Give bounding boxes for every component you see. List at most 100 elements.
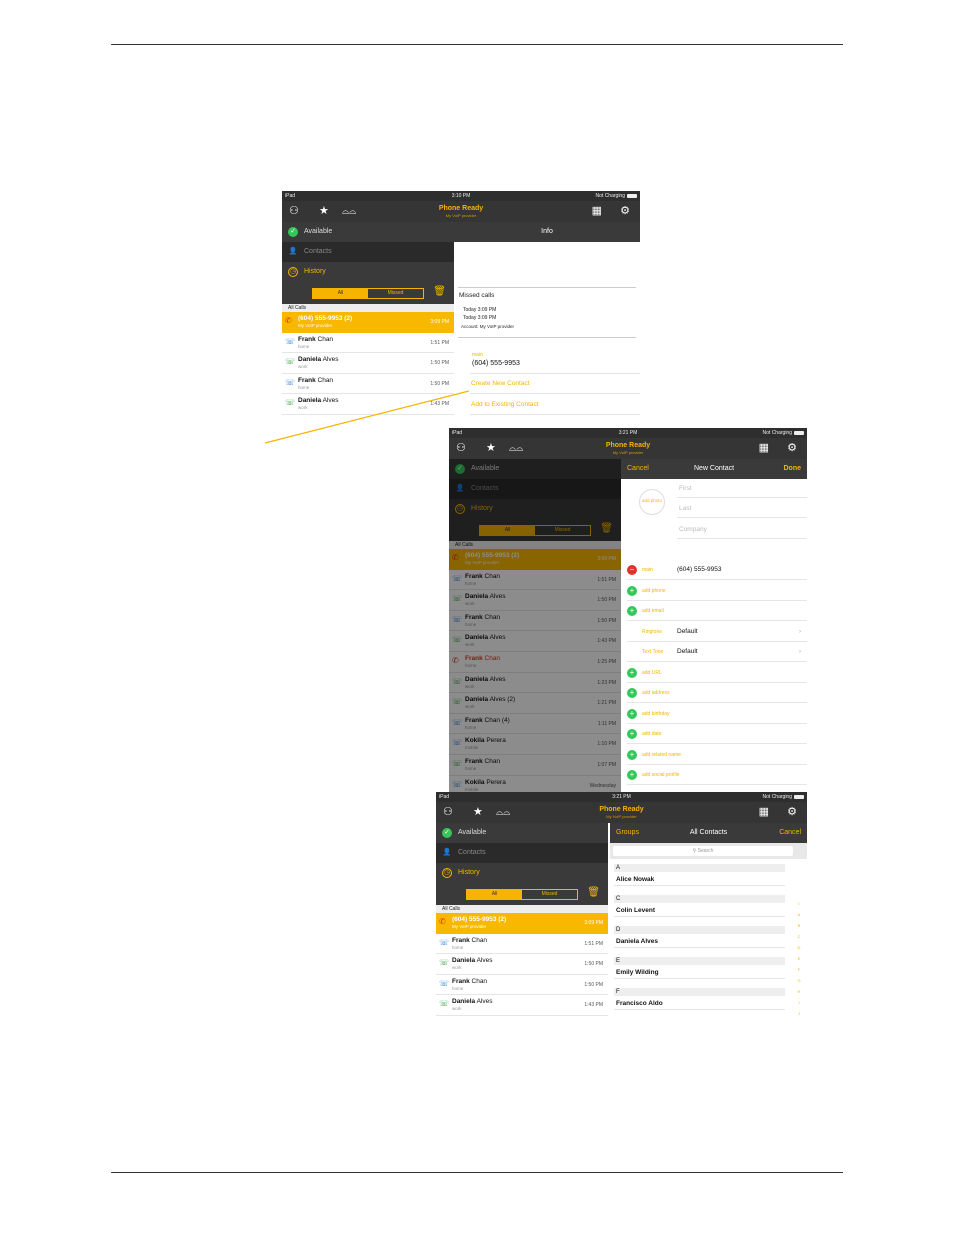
index-letter[interactable]: D (795, 942, 803, 953)
clock-icon: ◷ (288, 267, 298, 277)
gear-icon[interactable]: ⚙ (787, 805, 797, 819)
add-photo-button[interactable]: add photo (639, 489, 665, 515)
clock: 3:21 PM (612, 794, 631, 800)
section-header: All Calls (436, 905, 608, 913)
nav-contacts[interactable]: 👤 Contacts (282, 242, 454, 262)
battery-status: Not Charging (763, 428, 804, 438)
index-letter[interactable]: B (795, 920, 803, 931)
app-subtitle: My VoIP provider (445, 213, 477, 218)
contact-row[interactable]: Daniela Alves (614, 936, 785, 948)
call-row[interactable]: ☏ Daniela Alves work 1:50 PM (282, 353, 454, 374)
call-row[interactable]: ☏ Frank Chan home 1:50 PM (282, 374, 454, 395)
nav-history[interactable]: ◷ History (436, 863, 608, 883)
phone-row[interactable]: − main (604) 555-9953 (627, 561, 807, 580)
nav-contacts[interactable]: 👤 Contacts (436, 843, 608, 863)
call-row[interactable]: ☏ Frank Chan home 1:51 PM (436, 934, 608, 955)
call-time: 1:50 PM (584, 981, 603, 988)
contact-row[interactable]: Francisco Aldo (614, 998, 785, 1010)
filter-all[interactable]: All (313, 289, 368, 298)
call-row[interactable]: ☏ Daniela Alves work 1:43 PM (436, 995, 608, 1016)
company-input[interactable]: Company (679, 526, 707, 533)
nav-available[interactable]: ✓ Available (282, 222, 454, 242)
first-name-input[interactable]: First (679, 485, 692, 492)
keypad-icon[interactable]: ▦ (759, 805, 769, 819)
call-row[interactable]: ☏ Daniela Alves work 1:50 PM (436, 954, 608, 975)
plus-icon: + (627, 668, 637, 678)
battery-status: Not Charging (596, 191, 637, 201)
app-title: Phone Ready (438, 205, 484, 212)
outgoing-call-icon: ☏ (285, 336, 296, 346)
new-contact-title: New Contact (693, 465, 735, 472)
filter-missed[interactable]: Missed (368, 289, 423, 298)
all-contacts-title: All Contacts (689, 829, 728, 836)
add-phone-row[interactable]: + add phone (627, 582, 807, 601)
call-name: Frank Chan (452, 936, 488, 944)
call-row[interactable]: ☏ Frank Chan home 1:51 PM (282, 333, 454, 354)
add-existing-link[interactable]: Add to Existing Contact (471, 401, 539, 408)
index-letter[interactable]: I (795, 997, 803, 1008)
add-social-row[interactable]: + add social profile (627, 766, 807, 785)
done-button[interactable]: Done (784, 459, 802, 479)
gear-icon[interactable]: ⚙ (620, 204, 630, 218)
new-contact-panel: Cancel New Contact Done add photo First … (621, 459, 807, 793)
call-list: ✆ (604) 555-9953 (2) My VoIP provider 3:09 … (436, 913, 608, 1016)
plus-icon: + (627, 750, 637, 760)
search-input[interactable]: ⚲ Search (613, 846, 793, 856)
index-letter[interactable]: F (795, 964, 803, 975)
top-rule (111, 44, 843, 45)
nav-available[interactable]: ✓ Available (436, 823, 608, 843)
phone-value[interactable]: (604) 555-9953 (472, 360, 520, 367)
add-date-row[interactable]: + add date (627, 725, 807, 744)
index-letter[interactable]: G (795, 975, 803, 986)
index-letter[interactable]: H (795, 986, 803, 997)
contact-row[interactable]: Emily Wilding (614, 967, 785, 979)
missed-call-icon: ✆ (285, 316, 292, 325)
filter-missed[interactable]: Missed (522, 890, 577, 899)
contact-row[interactable]: Alice Nowak (614, 874, 785, 886)
contact-row[interactable]: Colin Levent (614, 905, 785, 917)
call-label: work (298, 405, 308, 411)
battery-icon (794, 794, 804, 799)
contacts-panel: Groups All Contacts Cancel ⚲ Search A Ali… (610, 823, 807, 1026)
status-bar: iPad 3:10 PM Not Charging (282, 191, 640, 201)
call-row[interactable]: ☏ Daniela Alves work 1:43 PM (282, 394, 454, 415)
add-url-row[interactable]: + add URL (627, 664, 807, 683)
nav-history[interactable]: ◷ History (282, 262, 454, 282)
groups-button[interactable]: Groups (616, 823, 639, 843)
index-letter[interactable]: A (795, 909, 803, 920)
index-letter[interactable]: C (795, 931, 803, 942)
call-name: (604) 555-9953 (2) (298, 315, 353, 322)
filter-all[interactable]: All (467, 890, 522, 899)
call-row[interactable]: ✆ (604) 555-9953 (2) My VoIP provider 3:09 … (436, 913, 608, 934)
keypad-icon[interactable]: ▦ (592, 204, 602, 218)
index-letter[interactable]: E (795, 953, 803, 964)
call-name: Frank Chan (452, 977, 488, 985)
call-label: work (298, 364, 308, 370)
check-icon: ✓ (442, 828, 452, 838)
call-row[interactable]: ☏ Frank Chan home 1:50 PM (436, 975, 608, 996)
contact-section-header: C (614, 895, 785, 903)
cancel-button[interactable]: Cancel (627, 459, 649, 479)
add-email-row[interactable]: + add email (627, 602, 807, 621)
index-letter[interactable]: J (795, 1008, 803, 1019)
add-related-row[interactable]: + add related name (627, 746, 807, 765)
trash-icon[interactable]: 🗑 (433, 286, 446, 298)
last-name-input[interactable]: Last (679, 505, 691, 512)
info-panel: Info Missed calls Today 3:09 PM Today 3:… (454, 222, 640, 421)
add-birthday-row[interactable]: + add birthday (627, 705, 807, 724)
add-address-row[interactable]: + add address (627, 684, 807, 703)
call-time: 1:50 PM (430, 360, 449, 367)
trash-icon[interactable]: 🗑 (587, 887, 600, 899)
cancel-button[interactable]: Cancel (779, 823, 801, 843)
create-contact-link[interactable]: Create New Contact (471, 380, 530, 387)
clock: 3:21 PM (618, 430, 638, 436)
call-row[interactable]: ✆ (604) 555-9953 (2) My VoIP provider 3:09 … (282, 312, 454, 333)
missed-time-2: Today 3:09 PM (463, 315, 497, 321)
call-name: Frank Chan (298, 376, 334, 384)
ringtone-row[interactable]: Ringtone Default › (627, 623, 807, 642)
section-header: All Calls (282, 304, 454, 312)
text-tone-row[interactable]: Text Tone Default › (627, 643, 807, 662)
keypad-icon[interactable]: ▦ (759, 441, 769, 455)
index-letter[interactable]: ☆ (795, 898, 803, 909)
gear-icon[interactable]: ⚙ (787, 441, 797, 455)
